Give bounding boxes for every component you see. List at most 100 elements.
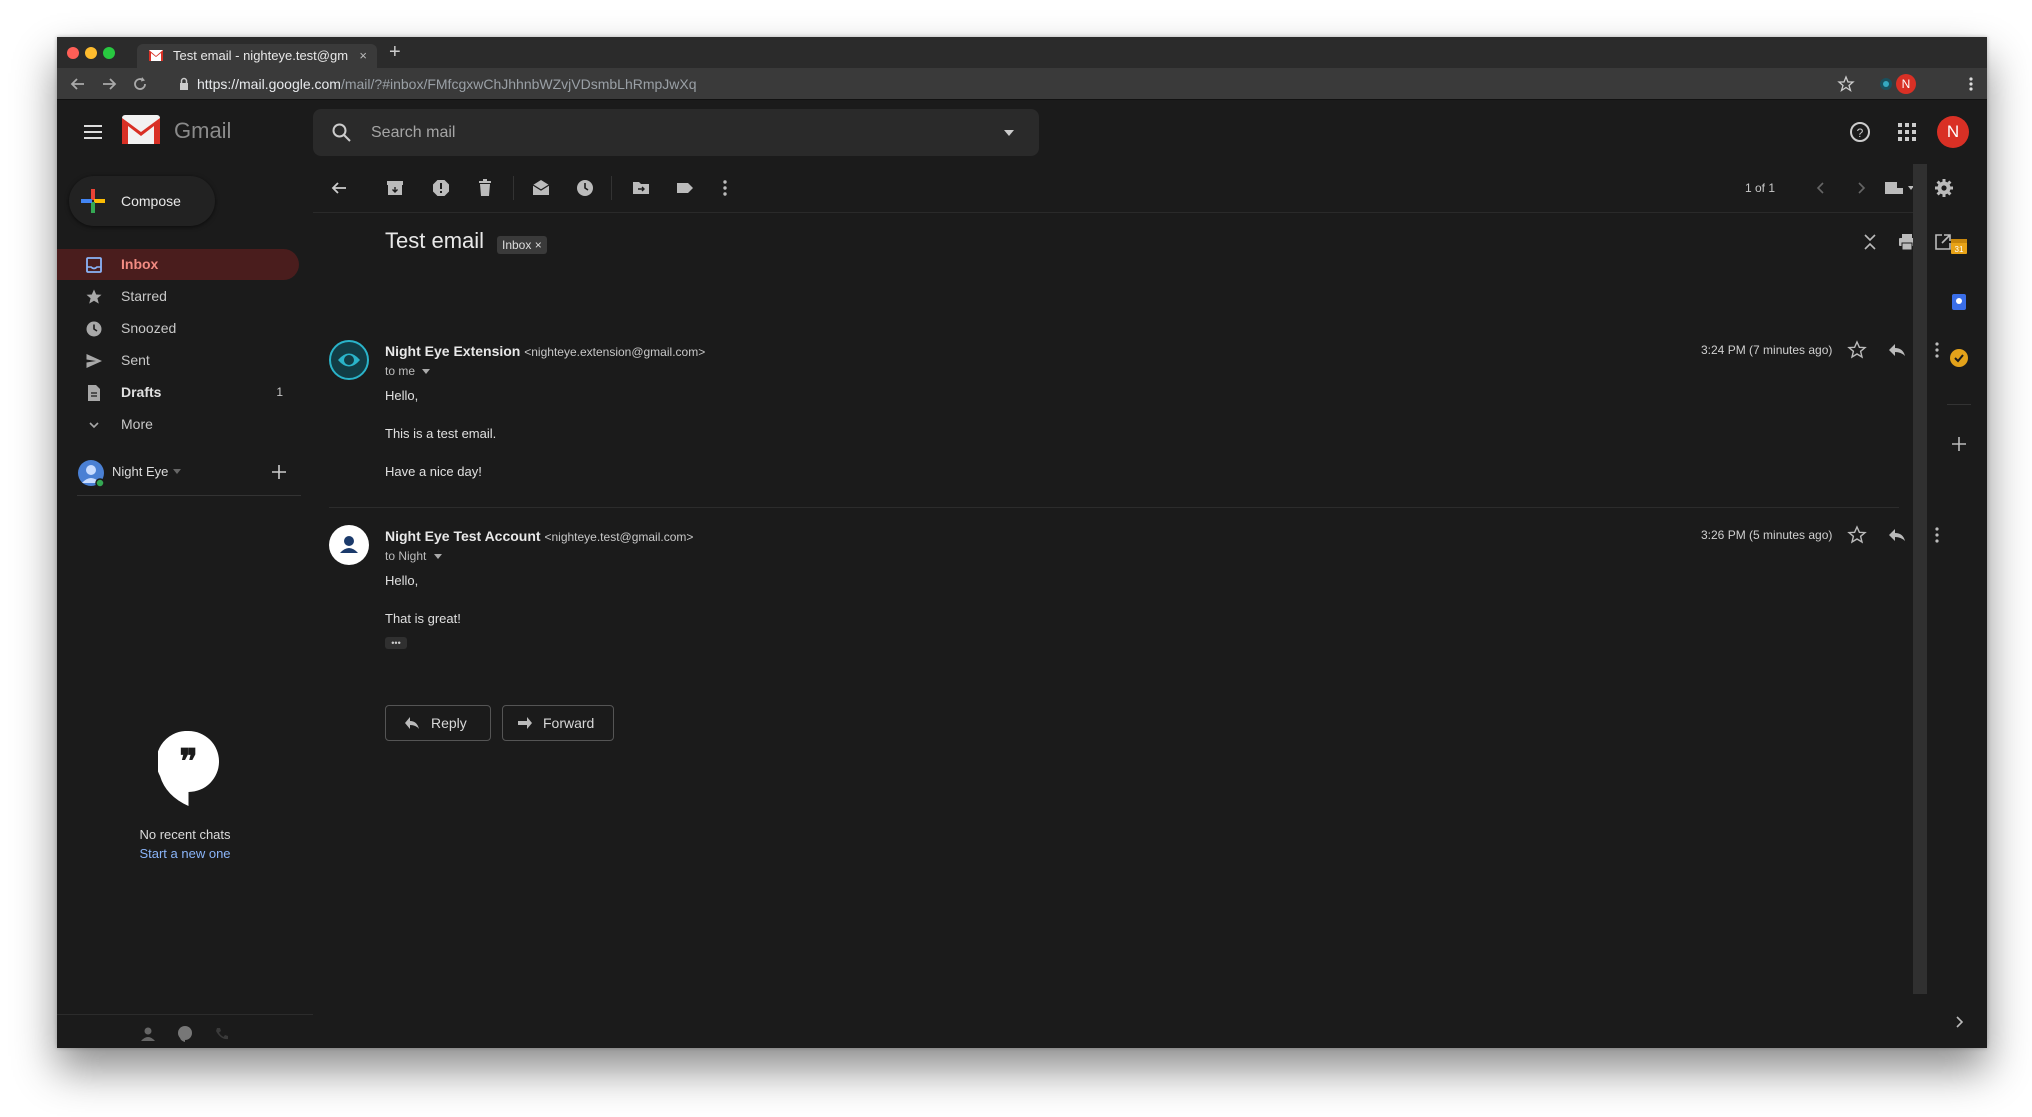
contacts-person-icon[interactable] [140,1026,156,1042]
recipient-details-dropdown-icon[interactable] [433,554,442,560]
nighteye-extension-icon[interactable] [1877,75,1895,93]
email-message[interactable]: Night Eye Extension <nighteye.extension@… [313,340,1939,500]
forward-arrow-icon[interactable] [100,75,118,93]
new-tab-button[interactable]: + [389,42,401,62]
tab-title: Test email - nighteye.test@gm [173,48,349,63]
add-chat-icon[interactable] [271,464,287,480]
reply-label: Reply [431,715,467,731]
toolbar-divider [611,176,612,200]
calendar-addon-icon[interactable]: 31 [1949,236,1969,256]
gmail-logo-text: Gmail [174,118,232,143]
sidebar-item-snoozed[interactable]: Snoozed [57,313,299,344]
older-chevron-icon[interactable] [1851,178,1871,198]
minimize-window-button[interactable] [85,47,97,59]
send-icon [86,354,102,368]
close-window-button[interactable] [67,47,79,59]
compose-button[interactable]: Compose [69,176,215,226]
sidebar-item-inbox[interactable]: Inbox [57,249,299,280]
input-tools-icon[interactable] [1883,178,1917,198]
browser-tab[interactable]: Test email - nighteye.test@gm × [137,44,377,68]
sidebar-item-label: Sent [121,352,150,368]
thread-scrollbar[interactable] [1913,164,1927,1048]
search-input[interactable]: Search mail [371,109,455,156]
search-box[interactable]: Search mail [313,109,1039,156]
hangouts-chat-icon[interactable] [177,1026,193,1042]
bookmark-star-icon[interactable] [1837,75,1855,93]
browser-profile-avatar[interactable]: N [1896,74,1916,94]
snooze-icon[interactable] [575,178,595,198]
body-line: Hello, [385,388,419,403]
search-options-dropdown-icon[interactable] [1003,129,1015,137]
message-divider [329,507,1899,508]
recipient-line[interactable]: to me [385,364,431,378]
get-addons-plus-icon[interactable] [1951,436,1967,452]
url-field[interactable]: https://mail.google.com/mail/?#inbox/FMf… [197,68,697,100]
url-host: https://mail.google.com [197,76,341,92]
apps-grid-icon[interactable] [1895,120,1919,144]
back-to-inbox-icon[interactable] [329,178,349,198]
star-message-icon[interactable] [1847,340,1867,360]
account-avatar[interactable]: N [1937,116,1969,148]
forward-button[interactable]: Forward [502,705,614,741]
newer-chevron-icon[interactable] [1811,178,1831,198]
keep-addon-icon[interactable] [1949,292,1969,312]
email-subject: Test email [385,228,485,253]
expand-panel-chevron-icon[interactable] [1951,1014,1967,1030]
recipient-line[interactable]: to Night [385,549,442,563]
star-message-icon[interactable] [1847,525,1867,545]
sender-name[interactable]: Night Eye Extension [385,343,520,359]
back-arrow-icon[interactable] [69,75,87,93]
forward-arrow-icon [518,717,532,729]
pagination-text: 1 of 1 [1745,181,1776,195]
sidebar-item-starred[interactable]: Starred [57,281,299,312]
collapse-all-icon[interactable] [1860,232,1880,252]
show-trimmed-content-button[interactable]: ••• [385,637,407,649]
message-time: 3:26 PM (5 minutes ago) [1701,528,1833,542]
archive-icon[interactable] [385,178,405,198]
reply-button[interactable]: Reply [385,705,491,741]
reply-icon[interactable] [1887,525,1907,545]
svg-text:31: 31 [1955,245,1964,254]
body-line: That is great! [385,611,461,626]
email-message[interactable]: Night Eye Test Account <nighteye.test@gm… [313,525,1939,665]
help-icon[interactable]: ? [1848,120,1872,144]
more-actions-icon[interactable] [715,178,735,198]
sender-name[interactable]: Night Eye Test Account [385,528,541,544]
reply-arrow-icon [405,717,419,729]
nighteye-sender-avatar-icon [329,340,369,380]
start-new-chat-link[interactable]: Start a new one [57,846,313,861]
sidebar-item-sent[interactable]: Sent [57,345,299,376]
sender-email: <nighteye.test@gmail.com> [544,530,694,544]
report-spam-icon[interactable] [431,178,451,198]
status-dropdown-icon[interactable] [173,469,181,475]
inbox-label-badge[interactable]: Inbox × [497,236,547,254]
sidebar: Compose Inbox Starred Snoozed Sent Draft… [57,164,313,1048]
label-icon[interactable] [675,178,695,198]
hangouts-user-row[interactable]: Night Eye [77,457,301,487]
reload-icon[interactable] [131,75,149,93]
lock-icon[interactable] [175,75,193,93]
recipient-details-dropdown-icon[interactable] [422,369,431,375]
move-to-icon[interactable] [631,178,651,198]
sidebar-item-label: More [121,416,153,432]
maximize-window-button[interactable] [103,47,115,59]
sidebar-item-more[interactable]: More [57,409,299,440]
search-icon[interactable] [331,122,352,143]
tab-close-icon[interactable]: × [359,44,367,68]
bottom-divider [57,1014,313,1015]
toolbar-separator [313,212,1913,213]
phone-icon[interactable] [214,1026,230,1042]
main-menu-icon[interactable] [81,120,105,144]
delete-icon[interactable] [475,178,495,198]
sidebar-item-drafts[interactable]: Drafts 1 [57,377,299,408]
mark-unread-icon[interactable] [531,178,551,198]
tasks-addon-icon[interactable] [1949,348,1969,368]
addons-divider [1947,404,1971,405]
browser-menu-icon[interactable] [1962,75,1980,93]
gmail-logo-icon[interactable] [122,115,160,144]
reply-icon[interactable] [1887,340,1907,360]
scrollbar-thumb[interactable] [1913,164,1927,994]
star-icon [86,289,102,304]
sender-email: <nighteye.extension@gmail.com> [524,345,706,359]
remove-label-icon[interactable]: × [535,238,542,252]
